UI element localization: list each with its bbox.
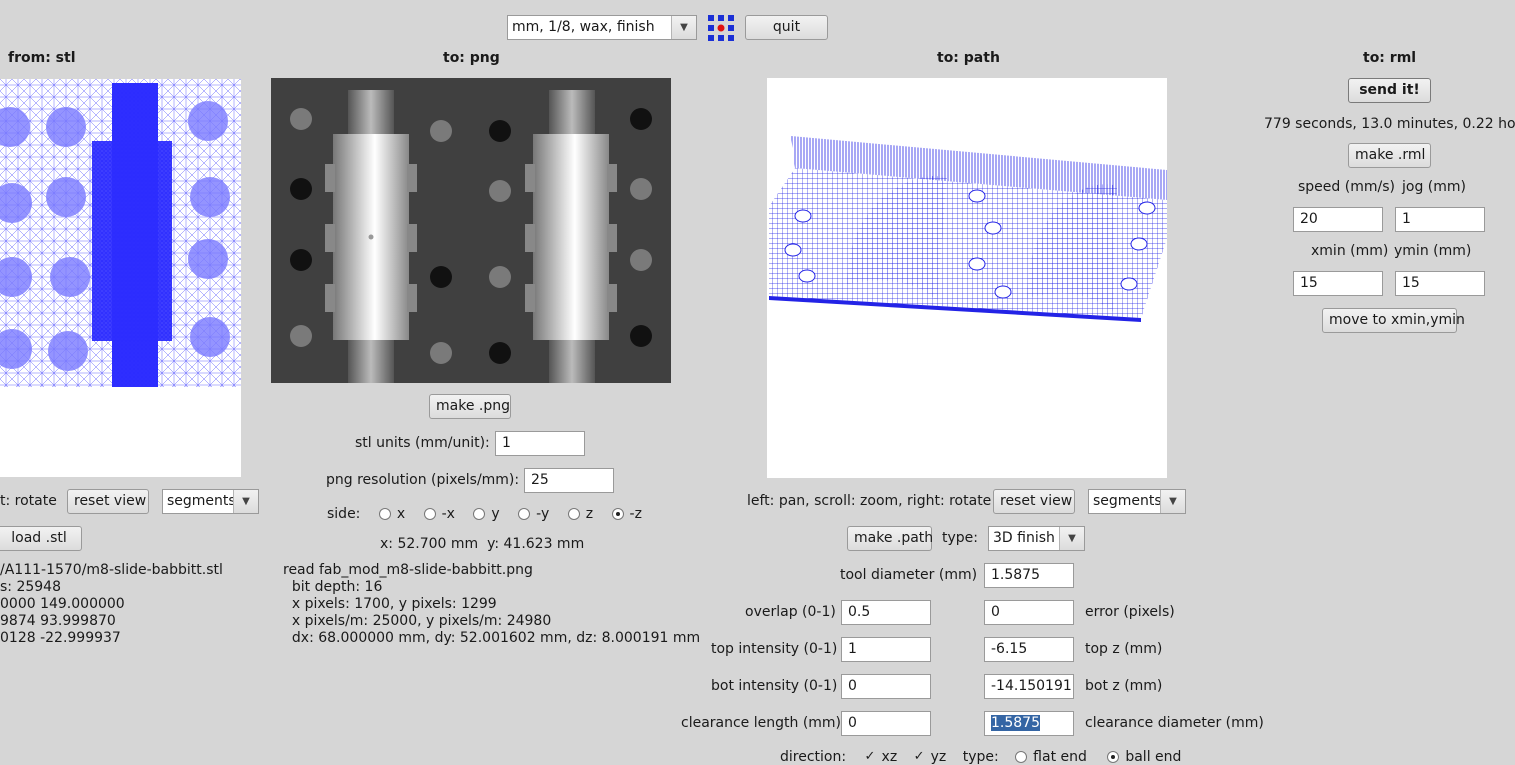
stl-mode-select[interactable]: segments ▼: [162, 489, 259, 514]
chevron-down-icon: ▼: [1059, 527, 1084, 550]
radio-icon: [423, 508, 436, 520]
speed-input[interactable]: 20: [1293, 207, 1383, 232]
ymin-input[interactable]: 15: [1395, 271, 1485, 296]
error-label: error (pixels): [1085, 604, 1175, 620]
chevron-down-icon: ▼: [1160, 490, 1185, 513]
clearance-length-input[interactable]: 0: [841, 711, 931, 736]
make-path-button[interactable]: make .path: [847, 526, 933, 551]
bot-z-input[interactable]: -14.150191: [984, 674, 1074, 699]
direction-xz-checkbox[interactable]: ✓ xz: [865, 749, 898, 765]
stl-reset-view-button[interactable]: reset view: [67, 489, 149, 514]
path-type-label: type:: [942, 530, 978, 546]
stl-header: from: stl: [8, 50, 76, 66]
rml-time-info: 779 seconds, 13.0 minutes, 0.22 hours: [1264, 116, 1515, 132]
stl-mode-value: segments: [167, 493, 236, 509]
direction-row: direction: ✓ xz ✓ yz type: flat end ball e…: [780, 749, 1181, 765]
tool-diameter-label: tool diameter (mm): [840, 567, 978, 583]
direction-yz-checkbox[interactable]: ✓ yz: [914, 749, 947, 765]
tool-diameter-input[interactable]: 1.5875: [984, 563, 1074, 588]
stl-units-input[interactable]: 1: [495, 431, 585, 456]
jog-input[interactable]: 1: [1395, 207, 1485, 232]
speed-label: speed (mm/s): [1298, 179, 1395, 195]
top-z-input[interactable]: -6.15: [984, 637, 1074, 662]
radio-icon: [473, 508, 486, 520]
chevron-down-icon: ▼: [671, 16, 696, 39]
top-intensity-label: top intensity (0-1): [711, 641, 838, 657]
xmin-label: xmin (mm): [1311, 243, 1389, 259]
side-option-y[interactable]: y: [473, 506, 500, 522]
stl-viewer[interactable]: [0, 79, 241, 477]
png-coordinates: x: 52.700 mm y: 41.623 mm: [380, 536, 585, 552]
side-label: side:: [327, 506, 361, 522]
side-option-neg-z[interactable]: -z: [611, 506, 642, 522]
quit-button[interactable]: quit: [745, 15, 828, 40]
rml-header: to: rml: [1363, 50, 1417, 66]
xmin-input[interactable]: 15: [1293, 271, 1383, 296]
side-option-neg-y[interactable]: -y: [518, 506, 549, 522]
png-resolution-label: png resolution (pixels/mm):: [326, 472, 520, 488]
path-viewer[interactable]: [767, 78, 1167, 478]
path-type-value: 3D finish: [993, 530, 1055, 546]
chevron-down-icon: ▼: [233, 490, 258, 513]
endtype-label: type:: [962, 749, 999, 765]
bot-intensity-label: bot intensity (0-1): [711, 678, 838, 694]
jog-label: jog (mm): [1402, 179, 1466, 195]
make-rml-button[interactable]: make .rml: [1348, 143, 1431, 168]
overlap-label: overlap (0-1): [745, 604, 836, 620]
radio-selected-icon: [611, 508, 624, 520]
path-header: to: path: [937, 50, 1000, 66]
process-select-value: mm, 1/8, wax, finish: [512, 19, 655, 35]
png-info-text: read fab_mod_m8-slide-babbitt.png bit de…: [283, 562, 701, 646]
png-resolution-input[interactable]: 25: [524, 468, 614, 493]
side-option-neg-x[interactable]: -x: [423, 506, 455, 522]
radio-selected-icon: [1107, 751, 1120, 763]
stl-view-hint: t: rotate: [0, 493, 57, 509]
clearance-diameter-input[interactable]: 1.5875: [984, 711, 1074, 736]
clearance-length-label: clearance length (mm): [681, 715, 842, 731]
load-stl-button[interactable]: load .stl: [0, 526, 82, 551]
clearance-diameter-value: 1.5875: [991, 715, 1040, 731]
png-header: to: png: [443, 50, 500, 66]
top-intensity-input[interactable]: 1: [841, 637, 931, 662]
checkmark-icon: ✓: [913, 749, 925, 764]
path-reset-view-button[interactable]: reset view: [993, 489, 1075, 514]
radio-icon: [1015, 751, 1028, 763]
bot-z-label: bot z (mm): [1085, 678, 1163, 694]
path-mode-select[interactable]: segments ▼: [1088, 489, 1186, 514]
side-option-x[interactable]: x: [378, 506, 405, 522]
send-it-button[interactable]: send it!: [1348, 78, 1431, 103]
ball-end-radio[interactable]: ball end: [1107, 749, 1181, 765]
radio-icon: [378, 508, 391, 520]
png-viewer[interactable]: [271, 78, 671, 383]
error-input[interactable]: 0: [984, 600, 1074, 625]
process-select[interactable]: mm, 1/8, wax, finish ▼: [507, 15, 697, 40]
bot-intensity-input[interactable]: 0: [841, 674, 931, 699]
radio-icon: [567, 508, 580, 520]
make-png-button[interactable]: make .png: [429, 394, 511, 419]
move-to-xmin-ymin-button[interactable]: move to xmin,ymin: [1322, 308, 1465, 333]
path-view-hint: left: pan, scroll: zoom, right: rotate: [747, 493, 992, 509]
path-mode-value: segments: [1093, 493, 1162, 509]
flat-end-radio[interactable]: flat end: [1015, 749, 1087, 765]
stl-units-label: stl units (mm/unit):: [355, 435, 490, 451]
stl-info-text: /A111-1570/m8-slide-babbitt.stl s: 25948…: [0, 562, 223, 646]
overlap-input[interactable]: 0.5: [841, 600, 931, 625]
direction-label: direction:: [780, 749, 847, 765]
radio-icon: [518, 508, 531, 520]
side-radio-group: side: x -x y -y z -z: [327, 506, 656, 522]
top-z-label: top z (mm): [1085, 641, 1163, 657]
ymin-label: ymin (mm): [1394, 243, 1472, 259]
clearance-diameter-label: clearance diameter (mm): [1085, 715, 1264, 731]
path-type-select[interactable]: 3D finish ▼: [988, 526, 1085, 551]
fab-logo-icon: [708, 15, 734, 41]
side-option-z[interactable]: z: [567, 506, 593, 522]
checkmark-icon: ✓: [864, 749, 876, 764]
